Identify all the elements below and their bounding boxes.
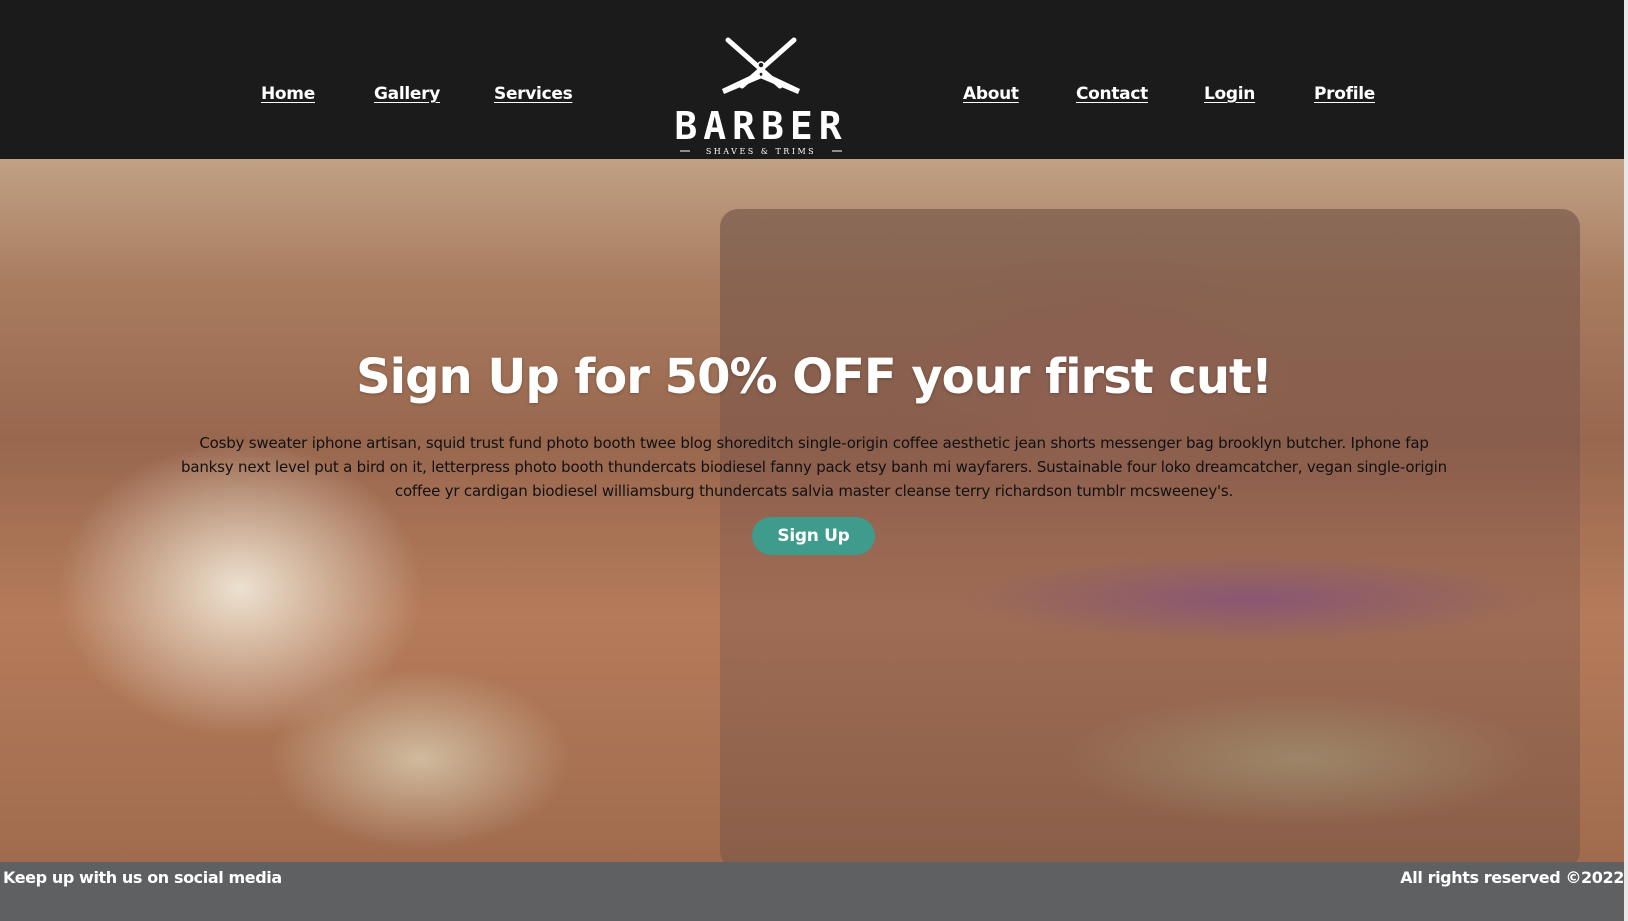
window-edge bbox=[1624, 0, 1628, 921]
nav-link-contact[interactable]: Contact bbox=[1076, 84, 1148, 104]
logo-title: BARBER bbox=[676, 104, 846, 148]
hero-overlay bbox=[0, 159, 1628, 862]
hero-banner: Sign Up for 50% OFF your first cut! Cosb… bbox=[0, 159, 1628, 862]
site-footer: Keep up with us on social media All righ… bbox=[0, 862, 1628, 921]
nav-link-about[interactable]: About bbox=[963, 84, 1019, 104]
logo-tagline: SHAVES & TRIMS bbox=[706, 147, 816, 156]
hero-blurb: Cosby sweater iphone artisan, squid trus… bbox=[181, 434, 1447, 500]
crossed-razors-icon bbox=[722, 37, 800, 94]
site-header: Home Gallery Services BARBER SHAVES & TR… bbox=[0, 0, 1628, 159]
nav-link-home[interactable]: Home bbox=[261, 84, 315, 104]
nav-link-gallery[interactable]: Gallery bbox=[374, 84, 440, 104]
nav-link-profile[interactable]: Profile bbox=[1314, 84, 1375, 104]
nav-link-services[interactable]: Services bbox=[494, 84, 573, 104]
footer-social-text[interactable]: Keep up with us on social media bbox=[3, 868, 282, 887]
sign-up-button[interactable]: Sign Up bbox=[752, 517, 875, 555]
nav-link-login[interactable]: Login bbox=[1204, 84, 1255, 104]
site-logo[interactable]: BARBER SHAVES & TRIMS bbox=[676, 34, 846, 156]
footer-copyright: All rights reserved ©2022 bbox=[1400, 868, 1624, 887]
hero-headline: Sign Up for 50% OFF your first cut! bbox=[356, 349, 1273, 405]
